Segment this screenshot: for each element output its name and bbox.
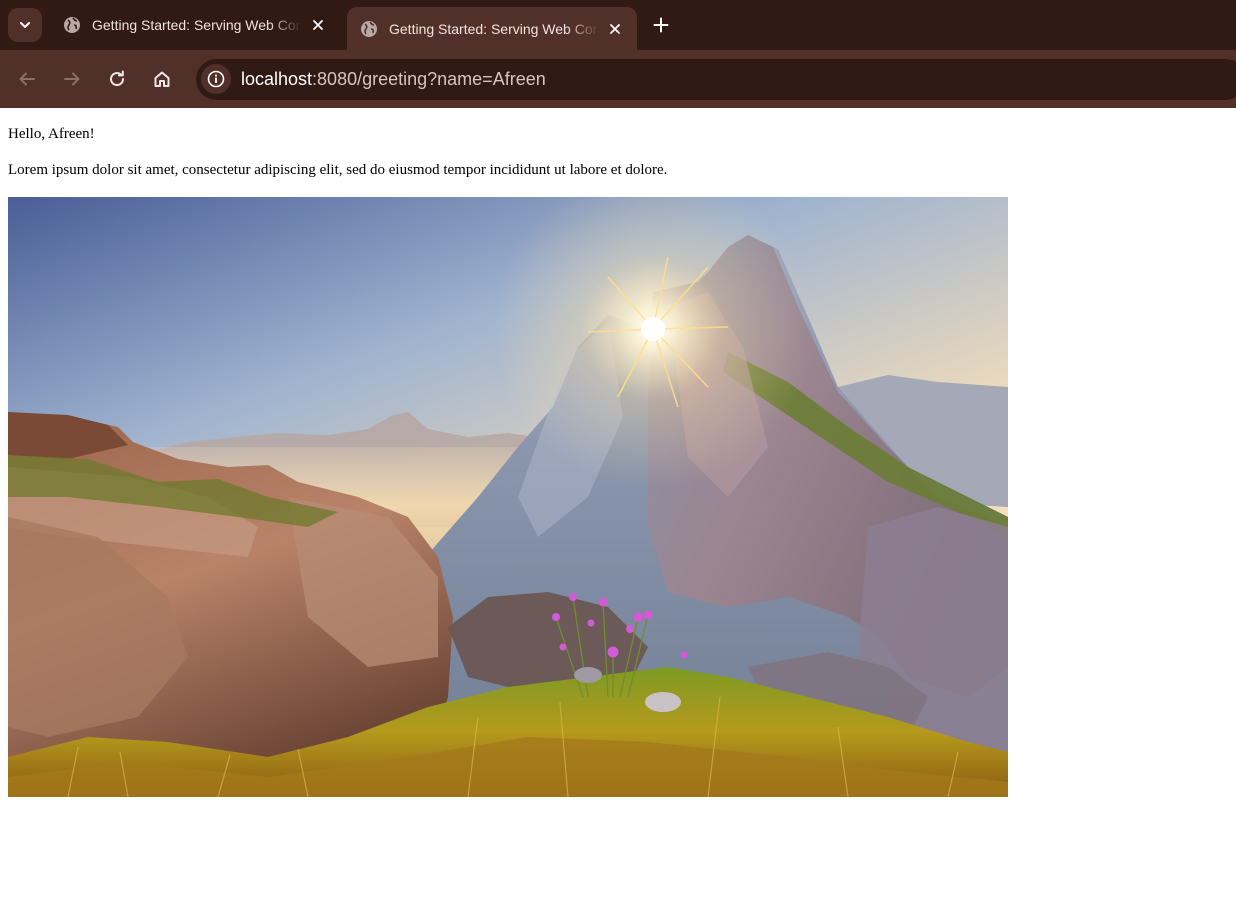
tab-getting-started-2[interactable]: Getting Started: Serving Web Content [347, 7, 637, 50]
reload-button[interactable] [101, 63, 133, 95]
arrow-right-icon [64, 72, 80, 86]
close-icon [313, 20, 323, 30]
close-tab-button[interactable] [308, 15, 328, 35]
home-icon [154, 71, 170, 87]
arrow-left-icon [19, 72, 35, 86]
new-tab-button[interactable] [646, 11, 676, 39]
address-bar[interactable]: localhost:8080/greeting?name=Afreen [196, 59, 1236, 100]
close-icon [610, 23, 620, 34]
globe-icon [361, 20, 377, 37]
globe-icon [64, 17, 80, 33]
reload-icon [110, 70, 125, 87]
tab-getting-started-1[interactable]: Getting Started: Serving Web Content [50, 7, 340, 43]
url-host: localhost [241, 69, 313, 89]
url-text[interactable]: localhost:8080/greeting?name=Afreen [241, 69, 546, 90]
close-tab-button[interactable] [605, 19, 625, 39]
site-info-button[interactable] [201, 64, 231, 94]
tab-title: Getting Started: Serving Web Content [92, 17, 302, 33]
page-content: Hello, Afreen! Lorem ipsum dolor sit ame… [0, 108, 1236, 903]
back-button[interactable] [11, 63, 43, 95]
tab-strip: Getting Started: Serving Web Content Get… [0, 0, 1236, 50]
plus-icon [653, 17, 669, 33]
lorem-paragraph: Lorem ipsum dolor sit amet, consectetur … [8, 162, 668, 178]
mountain-sunrise-photo [8, 197, 1008, 797]
chevron-down-icon [20, 22, 30, 28]
url-path: :8080/greeting?name=Afreen [312, 69, 546, 89]
forward-button[interactable] [56, 63, 88, 95]
info-icon [207, 70, 225, 88]
home-button[interactable] [146, 63, 178, 95]
tab-title: Getting Started: Serving Web Content [389, 20, 599, 37]
greeting-text: Hello, Afreen! [8, 126, 95, 142]
tab-search-button[interactable] [8, 8, 42, 42]
browser-toolbar: localhost:8080/greeting?name=Afreen [0, 50, 1236, 108]
